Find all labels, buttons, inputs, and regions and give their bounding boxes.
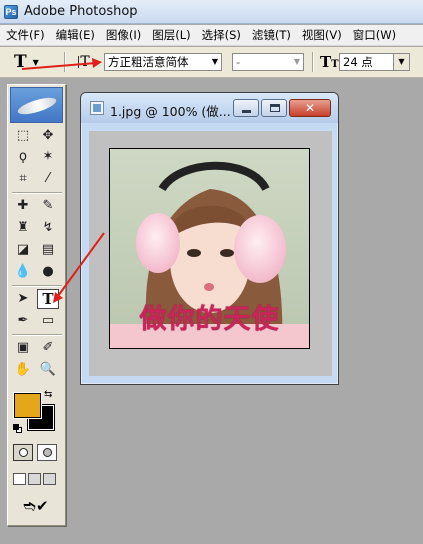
- standard-mode-button[interactable]: [13, 444, 33, 461]
- photo-caption-text: 做你的天使: [139, 304, 280, 335]
- toolbox-divider: [12, 192, 62, 194]
- close-icon: ✕: [304, 101, 316, 115]
- foreground-color-swatch[interactable]: [13, 392, 42, 419]
- quick-mask-button[interactable]: [37, 444, 57, 461]
- photo-canvas[interactable]: 做你的天使: [109, 148, 310, 349]
- chevron-down-icon[interactable]: ▼: [393, 54, 409, 70]
- gradient-tool-icon[interactable]: ▤: [37, 240, 59, 260]
- chevron-down-icon: ▼: [293, 57, 300, 66]
- history-brush-icon[interactable]: ↯: [37, 218, 59, 238]
- font-family-value: 方正粗活意简体: [108, 55, 189, 69]
- menu-window[interactable]: 窗口(W): [348, 27, 402, 43]
- chevron-down-icon: ▼: [211, 57, 218, 66]
- path-select-icon[interactable]: ➤: [12, 289, 34, 309]
- brush-tool-icon[interactable]: ✎: [37, 196, 59, 216]
- maximize-icon: [270, 104, 280, 112]
- marquee-tool-icon[interactable]: ⬚: [12, 126, 34, 146]
- lasso-tool-icon[interactable]: ϙ: [12, 147, 34, 167]
- dodge-tool-icon[interactable]: ●: [37, 262, 59, 282]
- toolbox: ⬚ ✥ ϙ ✶ ⌗ ⁄ ✚ ✎ ♜ ↯ ◪ ▤ 💧 ● ➤ T ✒ ▭ ▣ ✐ …: [7, 84, 66, 526]
- magic-wand-icon[interactable]: ✶: [37, 147, 59, 167]
- healing-brush-icon[interactable]: ✚: [12, 196, 34, 216]
- shape-tool-icon[interactable]: ▭: [37, 311, 59, 331]
- toolbox-divider: [12, 285, 62, 287]
- menu-layer[interactable]: 图层(L): [147, 27, 196, 43]
- move-tool-icon[interactable]: ✥: [37, 126, 59, 146]
- fullscreen-button[interactable]: [43, 473, 56, 485]
- canvas-area[interactable]: 做你的天使: [89, 131, 332, 376]
- document-window: 1.jpg @ 100% (做... ✕ 做你的天使: [80, 92, 339, 385]
- menu-filter[interactable]: 滤镜(T): [247, 27, 297, 43]
- maximize-button[interactable]: [261, 99, 287, 117]
- image-file-icon: [90, 101, 104, 115]
- type-tool-button[interactable]: T: [37, 289, 59, 309]
- text-orientation-icon[interactable]: T: [76, 53, 94, 71]
- document-title: 1.jpg @ 100% (做...: [110, 104, 231, 119]
- zoom-tool-icon[interactable]: 🔍: [37, 360, 59, 380]
- slice-tool-icon[interactable]: ⁄: [37, 169, 59, 189]
- standard-screen-button[interactable]: [13, 473, 26, 485]
- eyedropper-icon[interactable]: ✐: [37, 338, 59, 358]
- clone-stamp-icon[interactable]: ♜: [12, 218, 34, 238]
- jump-to-imageready-icon[interactable]: ➬✔: [14, 495, 58, 517]
- font-family-select[interactable]: 方正粗活意简体 ▼: [104, 53, 222, 71]
- font-size-value: 24 点: [343, 55, 373, 69]
- type-tool-icon: T: [42, 290, 54, 308]
- app-title: Adobe Photoshop: [24, 4, 138, 19]
- type-tool-icon: T: [14, 52, 27, 72]
- notes-tool-icon[interactable]: ▣: [12, 338, 34, 358]
- menu-file[interactable]: 文件(F): [0, 27, 51, 43]
- font-size-icon: TT: [320, 53, 339, 71]
- photoshop-icon: Ps: [4, 4, 18, 19]
- blur-tool-icon[interactable]: 💧: [12, 262, 34, 282]
- fullscreen-menu-button[interactable]: [28, 473, 41, 485]
- toolbox-divider: [12, 334, 62, 336]
- tool-preset-picker[interactable]: T ▼: [14, 51, 56, 73]
- menu-edit[interactable]: 编辑(E): [51, 27, 101, 43]
- pen-tool-icon[interactable]: ✒: [12, 311, 34, 331]
- feather-logo-icon: [16, 95, 58, 117]
- minimize-icon: [242, 110, 251, 113]
- toolbar-divider: [312, 52, 314, 72]
- swap-colors-icon[interactable]: ⇆: [44, 389, 52, 400]
- font-size-select[interactable]: 24 点 ▼: [339, 53, 410, 71]
- chevron-down-icon: ▼: [32, 57, 39, 67]
- options-bar: T ▼ T 方正粗活意简体 ▼ - ▼ TT 24 点 ▼: [0, 47, 423, 78]
- hand-tool-icon[interactable]: ✋: [12, 360, 34, 380]
- default-colors-icon[interactable]: [13, 424, 22, 433]
- app-title-bar: Ps Adobe Photoshop: [0, 0, 423, 24]
- toolbar-divider: [64, 52, 66, 72]
- toolbox-header[interactable]: [10, 87, 63, 123]
- eraser-tool-icon[interactable]: ◪: [12, 240, 34, 260]
- font-style-select[interactable]: - ▼: [232, 53, 304, 71]
- minimize-button[interactable]: [233, 99, 259, 117]
- menu-view[interactable]: 视图(V): [297, 27, 348, 43]
- document-title-bar[interactable]: 1.jpg @ 100% (做... ✕: [81, 93, 338, 123]
- font-style-value: -: [236, 55, 241, 69]
- menu-select[interactable]: 选择(S): [197, 27, 247, 43]
- menu-image[interactable]: 图像(I): [101, 27, 147, 43]
- close-button[interactable]: ✕: [289, 99, 331, 117]
- crop-tool-icon[interactable]: ⌗: [12, 169, 34, 189]
- menu-bar: 文件(F) 编辑(E) 图像(I) 图层(L) 选择(S) 滤镜(T) 视图(V…: [0, 25, 423, 46]
